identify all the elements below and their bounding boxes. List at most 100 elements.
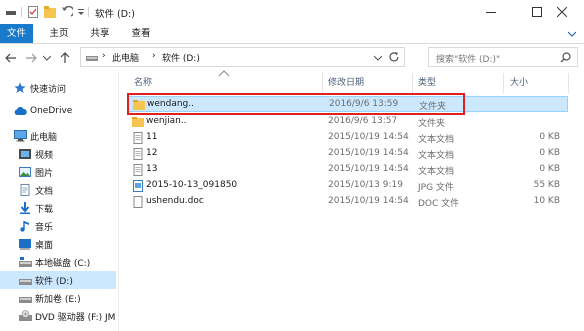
file-row[interactable]: 2015-10-13_091850 2015/10/13 9:19 JPG 文件… xyxy=(128,178,568,194)
nav-item-videos[interactable]: 视频 xyxy=(0,145,116,163)
search-box[interactable]: 搜索"软件 (D:)" xyxy=(428,47,578,67)
column-divider[interactable] xyxy=(503,73,504,93)
nav-item-desktop[interactable]: 桌面 xyxy=(0,235,116,253)
file-name: 2015-10-13_091850 xyxy=(146,180,238,190)
document-icon xyxy=(19,184,32,196)
file-type: 文本文档 xyxy=(418,135,455,145)
minimize-button[interactable] xyxy=(468,0,514,24)
file-name: 13 xyxy=(146,164,158,174)
text-file-icon xyxy=(132,164,144,176)
drive-icon xyxy=(19,274,32,286)
column-divider[interactable] xyxy=(322,73,323,93)
ribbon-tabs: 文件 主页 共享 查看 xyxy=(0,24,584,44)
nav-item-onedrive[interactable]: OneDrive xyxy=(0,103,116,121)
file-type: DOC 文件 xyxy=(418,199,460,209)
file-size: 10 KB xyxy=(533,196,560,206)
desktop-icon xyxy=(19,238,32,250)
file-size: 0 KB xyxy=(539,132,560,142)
window-title: 软件 (D:) xyxy=(95,9,135,20)
column-header-size[interactable]: 大小 xyxy=(510,75,528,91)
file-name: ushendu.doc xyxy=(146,196,204,206)
sort-ascending-icon xyxy=(218,70,230,77)
toolbar-separator xyxy=(21,7,22,17)
file-date: 2015/10/19 14:54 xyxy=(328,164,409,174)
pane-divider[interactable] xyxy=(118,71,119,331)
file-type: 文本文档 xyxy=(418,151,455,161)
file-type: JPG 文件 xyxy=(418,183,454,193)
nav-item-new-volume-e[interactable]: 新加卷 (E:) xyxy=(0,289,116,307)
column-header-type[interactable]: 类型 xyxy=(418,75,436,91)
up-arrow-icon[interactable] xyxy=(58,51,72,65)
column-divider[interactable] xyxy=(412,73,413,93)
back-arrow-icon[interactable] xyxy=(4,51,18,65)
address-bar[interactable]: › 此电脑 › 软件 (D:) xyxy=(80,47,405,67)
nav-item-quick-access[interactable]: 快速访问 xyxy=(0,79,116,97)
toolbar-separator xyxy=(88,7,89,17)
file-row[interactable]: 13 2015/10/19 14:54 文本文档 0 KB xyxy=(128,162,568,178)
column-header-name[interactable]: 名称 xyxy=(134,75,152,91)
file-size: 0 KB xyxy=(539,164,560,174)
text-file-icon xyxy=(132,148,144,160)
new-folder-icon[interactable] xyxy=(44,6,56,18)
file-name: wenjian.. xyxy=(146,116,187,126)
cloud-icon xyxy=(14,106,27,118)
refresh-icon[interactable] xyxy=(388,51,400,63)
picture-icon xyxy=(19,166,32,178)
breadcrumb-this-pc[interactable]: 此电脑 xyxy=(112,51,139,64)
image-file-icon xyxy=(132,180,144,192)
recent-locations-chevron-icon[interactable] xyxy=(42,51,52,65)
tab-file[interactable]: 文件 xyxy=(0,24,33,43)
tab-share[interactable]: 共享 xyxy=(83,24,117,43)
drive-icon xyxy=(19,256,32,268)
nav-item-documents[interactable]: 文档 xyxy=(0,181,116,199)
nav-item-this-pc[interactable]: 此电脑 xyxy=(0,127,116,145)
column-divider[interactable] xyxy=(568,73,569,93)
customize-toolbar-chevron-icon[interactable] xyxy=(75,6,87,18)
text-file-icon xyxy=(132,132,144,144)
forward-arrow-icon[interactable] xyxy=(24,51,38,65)
file-row[interactable]: ushendu.doc 2015/10/19 14:54 DOC 文件 10 K… xyxy=(128,194,568,210)
navigation-pane: 快速访问 OneDrive 此电脑 视频 图片 文档 下载 音乐 桌面 本地磁盘… xyxy=(0,71,116,331)
expand-ribbon-icon[interactable] xyxy=(566,28,578,40)
file-type: 文本文档 xyxy=(418,167,455,177)
drive-icon xyxy=(19,292,32,304)
undo-icon[interactable] xyxy=(61,6,73,18)
tab-home[interactable]: 主页 xyxy=(42,24,76,43)
download-icon xyxy=(19,202,32,214)
file-size: 55 KB xyxy=(533,180,560,190)
file-size: 0 KB xyxy=(539,148,560,158)
window-menu-icon[interactable] xyxy=(5,6,17,18)
nav-item-local-disk-c[interactable]: 本地磁盘 (C:) xyxy=(0,253,116,271)
music-icon xyxy=(19,220,32,232)
breadcrumb-drive-d[interactable]: 软件 (D:) xyxy=(162,51,200,64)
file-date: 2015/10/19 14:54 xyxy=(328,196,409,206)
highlight-annotation-box xyxy=(127,93,465,115)
folder-icon xyxy=(132,116,144,128)
close-button[interactable] xyxy=(540,0,584,24)
file-name: 11 xyxy=(146,132,158,142)
breadcrumb-separator-icon[interactable]: › xyxy=(152,51,156,61)
tab-view[interactable]: 查看 xyxy=(124,24,158,43)
drive-location-icon xyxy=(86,54,98,62)
nav-item-software-d[interactable]: 软件 (D:) xyxy=(0,271,116,289)
file-date: 2016/9/6 13:57 xyxy=(328,116,398,126)
computer-icon xyxy=(14,130,27,142)
search-icon[interactable] xyxy=(560,52,571,63)
search-input[interactable]: 搜索"软件 (D:)" xyxy=(436,52,500,65)
nav-item-downloads[interactable]: 下载 xyxy=(0,199,116,217)
title-bar: 软件 (D:) xyxy=(0,0,584,24)
file-row[interactable]: wenjian.. 2016/9/6 13:57 文件夹 xyxy=(128,114,568,130)
file-date: 2015/10/13 9:19 xyxy=(328,180,403,190)
file-row[interactable]: 11 2015/10/19 14:54 文本文档 0 KB xyxy=(128,130,568,146)
dvd-icon xyxy=(19,310,32,322)
file-type: 文件夹 xyxy=(418,119,446,129)
file-row[interactable]: 12 2015/10/19 14:54 文本文档 0 KB xyxy=(128,146,568,162)
properties-icon[interactable] xyxy=(27,6,39,18)
nav-item-dvd-drive-f[interactable]: DVD 驱动器 (F:) JM xyxy=(0,307,116,325)
star-icon xyxy=(14,82,27,94)
column-header-date[interactable]: 修改日期 xyxy=(328,75,364,91)
address-history-chevron-icon[interactable] xyxy=(373,54,383,61)
breadcrumb-separator-icon[interactable]: › xyxy=(102,51,106,61)
nav-item-pictures[interactable]: 图片 xyxy=(0,163,116,181)
nav-item-music[interactable]: 音乐 xyxy=(0,217,116,235)
